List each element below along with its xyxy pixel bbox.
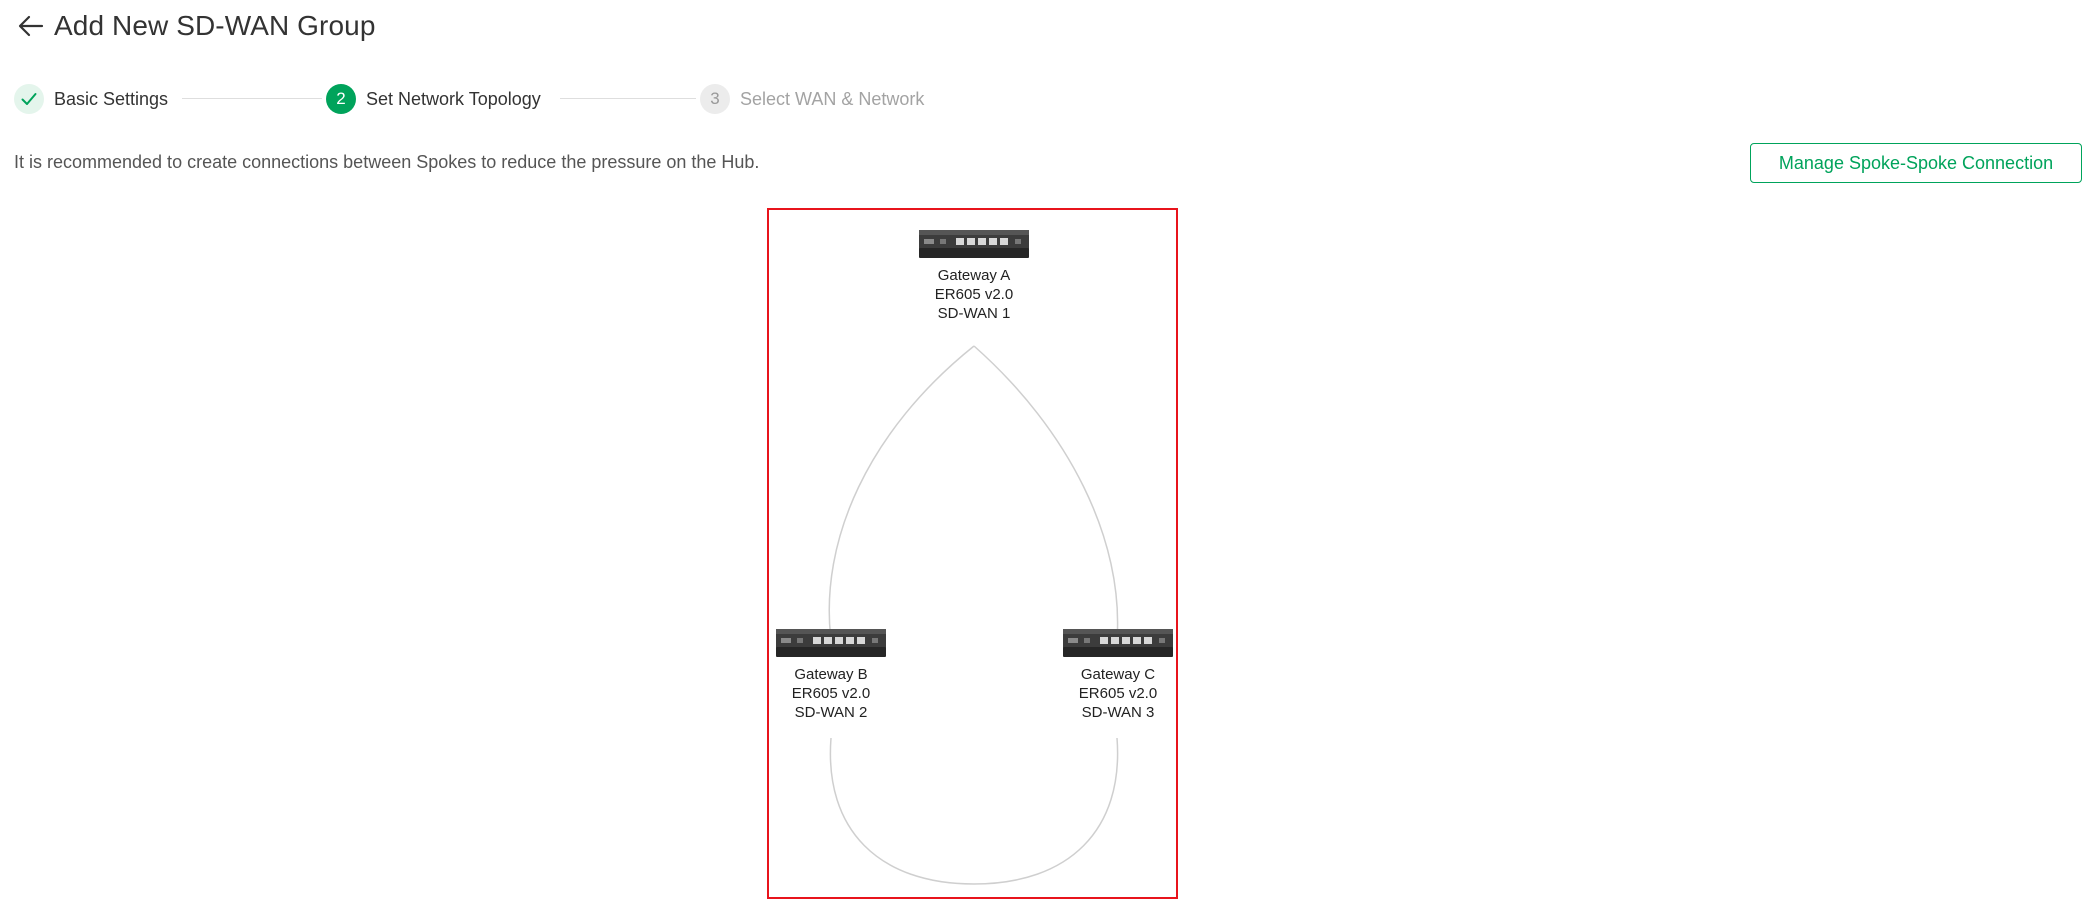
step-basic-settings[interactable]: Basic Settings: [14, 83, 168, 115]
link-a-b: [828, 345, 975, 641]
gateway-info: Gateway C ER605 v2.0 SD-WAN 3: [1038, 665, 1198, 722]
step-number-marker: 3: [700, 84, 730, 114]
network-topology-diagram: Gateway A ER605 v2.0 SD-WAN 1 Gateway B …: [767, 208, 1178, 899]
arrow-left-icon: [18, 15, 44, 37]
gateway-name: Gateway C: [1080, 666, 1156, 683]
add-sdwan-group-page: Add New SD-WAN Group Basic Settings 2 Se…: [0, 0, 2095, 913]
gateway-node[interactable]: Gateway B ER605 v2.0 SD-WAN 2: [751, 625, 911, 722]
page-header: Add New SD-WAN Group: [14, 6, 376, 46]
gateway-info: Gateway B ER605 v2.0 SD-WAN 2: [751, 665, 911, 722]
back-button[interactable]: [14, 9, 48, 43]
step-label: Basic Settings: [54, 88, 169, 109]
gateway-node[interactable]: Gateway A ER605 v2.0 SD-WAN 1: [894, 226, 1054, 323]
step-label: Select WAN & Network: [740, 88, 925, 109]
wizard-stepper: Basic Settings 2 Set Network Topology 3 …: [14, 83, 954, 115]
router-device-icon: [1063, 629, 1173, 657]
link-b-c: [829, 737, 1119, 885]
checkmark-icon: [21, 93, 37, 105]
manage-spoke-spoke-connection-button[interactable]: Manage Spoke-Spoke Connection: [1750, 143, 2082, 183]
gateway-model: ER605 v2.0: [791, 685, 871, 702]
page-title: Add New SD-WAN Group: [54, 10, 376, 41]
step-complete-marker: [14, 84, 44, 114]
step-number-marker: 2: [326, 84, 356, 114]
step-label: Set Network Topology: [366, 88, 541, 109]
gateway-name: Gateway B: [794, 666, 868, 683]
gateway-sdwan: SD-WAN 3: [1081, 704, 1155, 721]
recommendation-text: It is recommended to create connections …: [14, 152, 760, 172]
gateway-sdwan: SD-WAN 1: [937, 305, 1011, 322]
step-select-wan-network[interactable]: 3 Select WAN & Network: [700, 83, 924, 115]
gateway-sdwan: SD-WAN 2: [794, 704, 868, 721]
gateway-name: Gateway A: [937, 267, 1011, 284]
link-a-c: [973, 345, 1119, 641]
step-connector: [182, 98, 322, 99]
step-connector: [560, 98, 696, 99]
gateway-info: Gateway A ER605 v2.0 SD-WAN 1: [894, 266, 1054, 323]
gateway-model: ER605 v2.0: [934, 286, 1014, 303]
step-set-network-topology[interactable]: 2 Set Network Topology: [326, 83, 541, 115]
router-device-icon: [919, 230, 1029, 258]
gateway-node[interactable]: Gateway C ER605 v2.0 SD-WAN 3: [1038, 625, 1198, 722]
router-device-icon: [776, 629, 886, 657]
gateway-model: ER605 v2.0: [1078, 685, 1158, 702]
